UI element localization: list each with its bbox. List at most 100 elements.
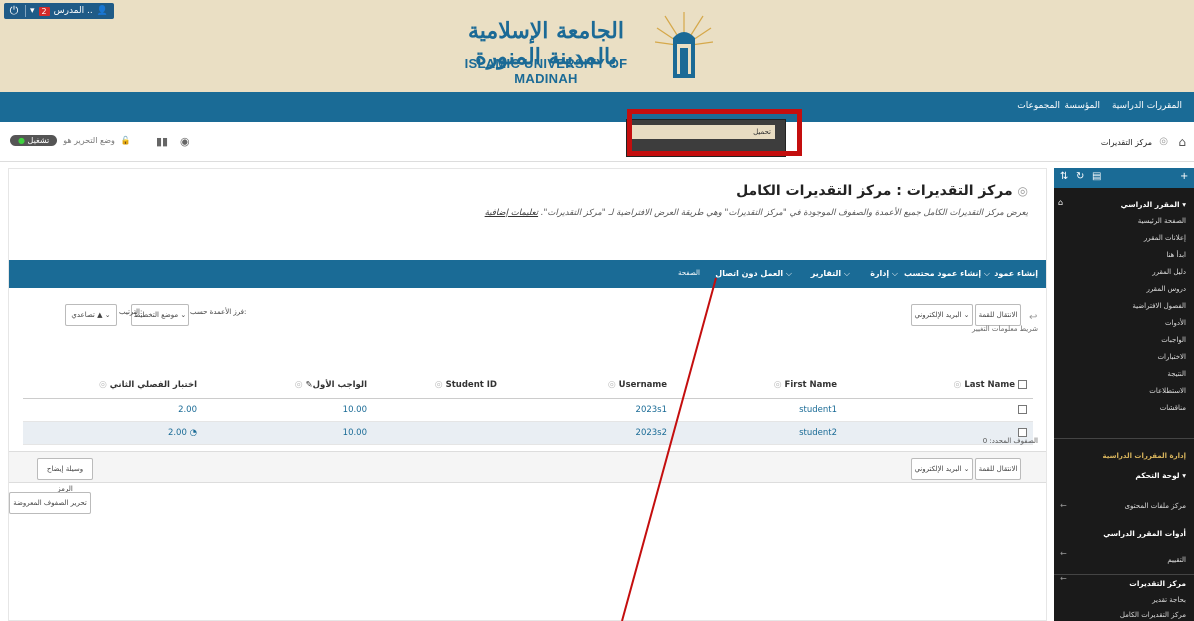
chevron-down-icon: ⌄ [963, 465, 970, 473]
cell-firstname[interactable]: student1 [673, 398, 843, 422]
student-preview-icon[interactable]: ◉ [180, 135, 190, 148]
col-username-header[interactable]: ◎ Username [503, 372, 673, 399]
sidebar-item-lessons[interactable]: دروس المقرر [1146, 285, 1186, 293]
breadcrumb-current[interactable]: مركز التقديرات [1101, 138, 1152, 147]
row-checkbox[interactable] [1018, 427, 1027, 437]
sidebar-item-start-here[interactable]: ابدأ هنا [1166, 251, 1186, 259]
change-info-bar-link[interactable]: شريط معلومات التغيير [972, 325, 1038, 333]
chevron-down-icon: ▾ [1182, 200, 1186, 209]
book-icon[interactable]: ▮▮ [156, 135, 168, 148]
user-icon[interactable]: 👤 [97, 6, 108, 16]
university-logo[interactable]: الجامعة الإسلامية بالمدينة المنورة ISLAM… [441, 10, 719, 86]
breadcrumb-menu-icon[interactable]: ◎ [1159, 136, 1168, 147]
sort-icon[interactable]: ⇅ [1060, 171, 1068, 182]
sidebar-item-surveys[interactable]: الاستطلاعات [1149, 387, 1186, 395]
cell-lastname[interactable] [843, 398, 1033, 422]
sidebar-needs-grading[interactable]: بحاجة تقدير [1152, 596, 1186, 604]
refresh-icon[interactable]: ↻ [1076, 171, 1084, 182]
chevron-down-icon: ▾ [1182, 471, 1186, 480]
col-firstname-label: First Name [784, 379, 837, 390]
cell-studentid[interactable] [373, 398, 503, 422]
needs-grading-icon[interactable]: ◔ [190, 428, 197, 438]
sidebar-evaluation[interactable]: التقييم [1167, 556, 1186, 564]
cell-firstname[interactable]: student2 [673, 421, 843, 445]
icon-legend-button[interactable]: وسيلة إيضاح الرمز [37, 458, 93, 493]
sidebar-course-tools[interactable]: أدوات المقرر الدراسي [1103, 529, 1186, 538]
sidebar-toolbar: ⇅ ↻ ▤ + [1054, 168, 1194, 188]
sidebar-course-title[interactable]: المقرر الدراسي ▾ [1121, 200, 1186, 209]
email-button-bottom[interactable]: البريد الإلكتروني ⌄ [911, 458, 973, 480]
cell-assignment[interactable]: 10.00 [203, 421, 373, 445]
cell-assignment[interactable]: 10.00 [203, 398, 373, 422]
home-icon[interactable]: ⌂ [1178, 135, 1186, 149]
column-menu-icon[interactable]: ◎ [295, 380, 303, 390]
selected-rows-count: الصفوف المحدد: 0 [982, 437, 1038, 445]
add-icon[interactable]: + [1180, 171, 1188, 182]
cell-username[interactable]: 2023s1 [503, 398, 673, 422]
sidebar-item-home[interactable]: الصفحة الرئيسية [1138, 217, 1186, 225]
cell-username[interactable]: 2023s2 [503, 421, 673, 445]
user-name[interactable]: المدرس .. [54, 6, 93, 16]
title-menu-icon[interactable]: ◎ [1018, 184, 1028, 198]
col-lastname-label: Last Name [964, 379, 1016, 390]
move-to-top-button-bottom[interactable]: الانتقال للقمة [975, 458, 1021, 480]
edit-mode-toggle[interactable]: ● تشغيل وضع التحرير هو 🔓 [10, 135, 131, 146]
create-calculated-column-button[interactable]: إنشاء عمود محتسب ⌵ [904, 269, 990, 279]
nav-courses[interactable]: المقررات الدراسية [1112, 101, 1182, 111]
arrow-left-icon[interactable]: ← [1060, 574, 1067, 583]
column-menu-icon[interactable]: ◎ [953, 380, 961, 390]
nav-institution[interactable]: المؤسسة [1065, 101, 1101, 111]
sidebar-item-exams[interactable]: الاختبارات [1157, 353, 1186, 361]
home-icon[interactable]: ⌂ [1058, 198, 1063, 207]
edit-mode-switch[interactable]: ● تشغيل [10, 135, 58, 146]
nav-groups[interactable]: المجموعات [1017, 101, 1060, 111]
col-exam-header[interactable]: ◎ اختبار الفصلي الثاني [23, 372, 203, 399]
sidebar-content-center[interactable]: مركز ملفات المحتوى [1125, 502, 1186, 510]
col-lastname-header[interactable]: ◎ Last Name [843, 372, 1033, 399]
sidebar-divider [1054, 574, 1194, 575]
reports-menu[interactable]: التقارير ⌵ [811, 269, 850, 279]
cell-exam[interactable]: 2.00 [23, 398, 203, 422]
folder-icon[interactable]: ▤ [1092, 171, 1101, 182]
sidebar-grade-center[interactable]: مركز التقديرات [1129, 579, 1186, 588]
power-icon[interactable]: ⏻ [7, 4, 21, 18]
row-checkbox[interactable] [1018, 404, 1027, 414]
main-nav: المقررات الدراسية المؤسسة المجموعات [0, 92, 1194, 122]
column-menu-icon[interactable]: ◎ [774, 380, 782, 390]
sidebar-item-tools[interactable]: الأدوات [1165, 319, 1186, 327]
back-arrow-icon[interactable]: ↩ [1029, 312, 1037, 323]
sidebar-full-grade-center[interactable]: مركز التقديرات الكامل [1120, 611, 1186, 619]
col-assignment-header[interactable]: ◎ ✎الواجب الأول [203, 372, 373, 399]
sidebar-item-assignments[interactable]: الواجبات [1161, 336, 1186, 344]
column-menu-icon[interactable]: ◎ [608, 380, 616, 390]
column-menu-icon[interactable]: ◎ [435, 380, 443, 390]
col-studentid-header[interactable]: ◎ Student ID [373, 372, 503, 399]
sidebar-item-course-guide[interactable]: دليل المقرر [1152, 268, 1186, 276]
column-menu-icon[interactable]: ◎ [99, 380, 107, 390]
notification-badge[interactable]: 2 [38, 6, 50, 16]
email-button[interactable]: البريد الإلكتروني ⌄ [911, 304, 973, 326]
manage-menu[interactable]: إدارة ⌵ [870, 269, 898, 279]
sidebar-control-panel[interactable]: لوحة التحكم ▾ [1135, 471, 1186, 480]
more-help-link[interactable]: تعليمات إضافية [485, 208, 538, 218]
create-column-button[interactable]: إنشاء عمود [994, 269, 1038, 278]
cell-studentid[interactable] [373, 421, 503, 445]
sidebar-item-discussions[interactable]: مناقشات [1160, 404, 1186, 412]
select-all-checkbox[interactable] [1018, 379, 1027, 389]
page-label: الصفحة [678, 269, 700, 277]
cell-exam[interactable]: 2.00 ◔ [23, 421, 203, 445]
sidebar-item-result[interactable]: النتيجة [1167, 370, 1186, 378]
arrow-left-icon[interactable]: ← [1060, 549, 1067, 558]
move-to-top-button[interactable]: الانتقال للقمة [975, 304, 1021, 326]
col-firstname-header[interactable]: ◎ First Name [673, 372, 843, 399]
col-exam-label: اختبار الفصلي الثاني [109, 379, 197, 390]
email-label: البريد الإلكتروني [914, 465, 962, 473]
edit-rows-button[interactable]: تحرير الصفوف المعروضة [9, 492, 91, 514]
sidebar-item-virtual-classes[interactable]: الفصول الافتراضية [1132, 302, 1186, 310]
arrow-left-icon[interactable]: ← [1060, 501, 1067, 510]
offline-work-menu[interactable]: العمل دون اتصال ⌵ [715, 269, 792, 279]
order-select[interactable]: تصاعدي ▲ ⌄ [65, 304, 117, 326]
sidebar-item-announcements[interactable]: إعلانات المقرر [1144, 234, 1186, 242]
bottom-controls [9, 451, 1046, 483]
chevron-down-icon[interactable]: ▾ [30, 6, 35, 16]
